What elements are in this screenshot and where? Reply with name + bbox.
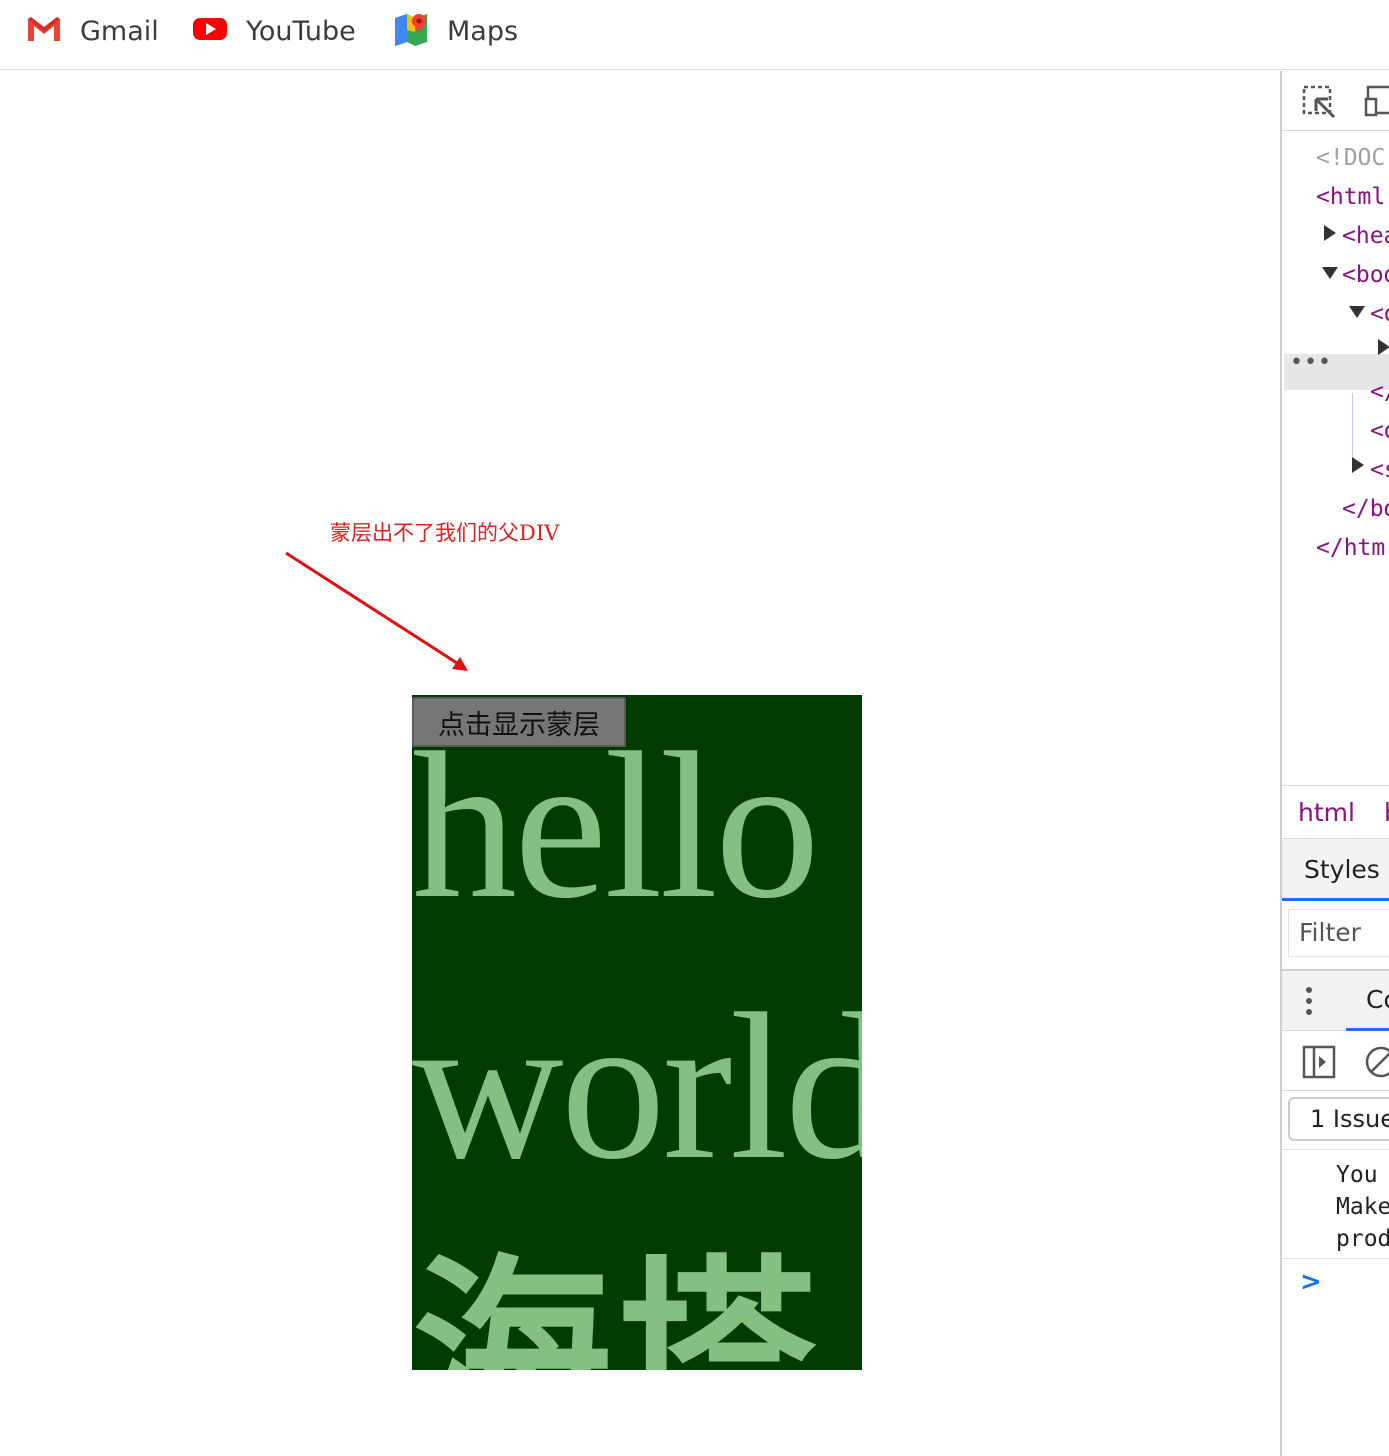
dom-node[interactable]: <d [1370,418,1389,444]
tab-styles[interactable]: Styles [1282,839,1389,901]
devtools-toolbar [1282,71,1389,131]
console-text: Make [1336,1194,1389,1220]
issues-label: 1 Issue [1310,1105,1389,1133]
bookmark-label: Gmail [80,15,159,47]
console-toolbar [1282,1031,1389,1091]
tab-console-label: Co [1366,985,1389,1014]
more-icon[interactable]: ••• [1290,350,1332,375]
device-toolbar-icon[interactable] [1364,85,1389,124]
bookmark-label: YouTube [246,15,356,47]
breadcrumb: html b [1282,785,1389,839]
hello-text: hello [412,710,820,942]
breadcrumb-body[interactable]: b [1384,798,1389,827]
dom-node[interactable]: <!DOC [1316,145,1385,171]
annotation-arrow [285,551,468,671]
maps-icon [393,12,429,51]
dom-node[interactable]: <d [1370,301,1389,327]
expand-triangle-icon[interactable] [1324,225,1336,241]
bookmark-gmail[interactable]: Gmail [26,10,159,52]
youtube-icon [192,15,228,48]
parent-div: hello world 海塔 点击显示蒙层 [412,695,862,1370]
tab-styles-label: Styles [1304,855,1380,884]
dom-node[interactable]: <html [1316,184,1385,210]
browser-window: Gmail YouTube Maps 蒙层出不了我们的父DIV hello wo… [0,0,1389,1456]
collapse-triangle-icon[interactable] [1349,306,1365,318]
bookmark-youtube[interactable]: YouTube [192,10,356,52]
drawer-tabbar: Co [1282,969,1389,1031]
collapse-triangle-icon[interactable] [1322,267,1338,279]
expand-triangle-icon[interactable] [1352,457,1364,473]
console-text: prod [1336,1226,1389,1252]
bookmarks-bar: Gmail YouTube Maps [0,0,1389,70]
inspect-element-icon[interactable] [1302,85,1336,124]
expand-triangle-icon[interactable] [1378,339,1389,355]
dom-node[interactable]: <bod [1342,262,1389,288]
issues-button[interactable]: 1 Issue [1288,1097,1389,1141]
dom-node[interactable]: </bd [1342,496,1389,522]
tab-console[interactable]: Co [1346,971,1389,1031]
dom-node[interactable]: </htm [1316,535,1385,561]
devtools-panel: ••• <!DOC <html <hea <bod <d </ <d <s </… [1280,71,1389,1456]
bookmark-maps[interactable]: Maps [393,10,518,52]
gmail-icon [26,15,62,48]
console-prompt-icon[interactable]: > [1300,1267,1322,1297]
annotation-text: 蒙层出不了我们的父DIV [330,521,560,545]
clear-console-icon[interactable] [1364,1045,1389,1084]
styles-filter-input[interactable]: Filter [1288,909,1389,957]
filter-placeholder: Filter [1299,918,1361,947]
drawer-menu-icon[interactable] [1306,987,1312,1017]
world-text: world [412,971,862,1203]
console-message: You Make prod [1282,1149,1389,1259]
dom-node[interactable]: </ [1370,379,1389,405]
elements-tree: ••• <!DOC <html <hea <bod <d </ <d <s </… [1282,133,1389,785]
breadcrumb-html[interactable]: html [1298,798,1355,827]
page-viewport: 蒙层出不了我们的父DIV hello world 海塔 点击显示蒙层 [0,71,1280,1456]
chinese-text: 海塔 [412,1238,821,1371]
dom-node[interactable]: <hea [1342,223,1389,249]
dom-node[interactable]: <s [1370,457,1389,483]
console-text: You [1336,1162,1378,1188]
bookmark-label: Maps [447,15,519,47]
sidebar-toggle-icon[interactable] [1302,1045,1336,1084]
show-overlay-button[interactable]: 点击显示蒙层 [412,697,626,747]
